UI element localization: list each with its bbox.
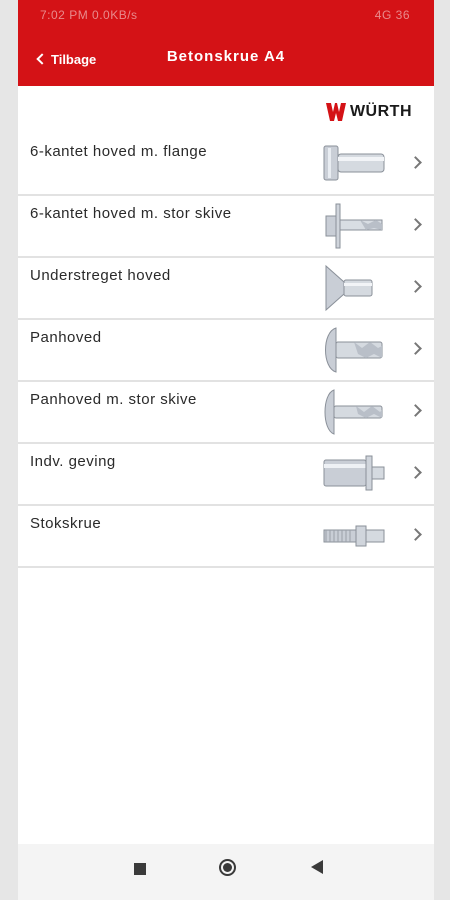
chevron-right-icon xyxy=(409,342,422,355)
screw-image xyxy=(325,327,383,373)
brand-logo: WÜRTH xyxy=(325,100,412,124)
list-item[interactable]: Stokskrue xyxy=(18,506,434,568)
page-title: Betonskrue A4 xyxy=(166,48,286,65)
brand-name: WÜRTH xyxy=(349,103,412,120)
nav-back-button[interactable] xyxy=(286,844,346,900)
system-nav-bar xyxy=(18,844,434,900)
app-screen: 7:02 PM 0.0KB/s 4G 36 Tilbage Betonskrue… xyxy=(18,0,434,900)
chevron-right-icon xyxy=(409,218,422,231)
list-item-label: 6-kantet hoved m. flange xyxy=(30,143,208,160)
chevron-right-icon xyxy=(409,404,422,417)
list-item-label: Panhoved xyxy=(30,329,102,346)
screw-image xyxy=(325,264,373,312)
chevron-right-icon xyxy=(409,280,422,293)
app-header: Tilbage Betonskrue A4 xyxy=(18,30,434,86)
list-item[interactable]: Indv. geving xyxy=(18,444,434,506)
list-item[interactable]: Panhoved m. stor skive xyxy=(18,382,434,444)
nav-home-button[interactable] xyxy=(198,844,258,900)
chevron-right-icon xyxy=(409,466,422,479)
stop-icon xyxy=(134,863,146,875)
status-indicators: 4G 36 xyxy=(374,8,410,22)
list-item-label: Stokskrue xyxy=(30,515,102,532)
screw-image xyxy=(323,145,385,181)
chevron-right-icon xyxy=(409,528,422,541)
list-item-label: Indv. geving xyxy=(30,453,116,470)
nav-recents-button[interactable] xyxy=(110,844,170,900)
screw-image xyxy=(324,389,383,435)
screw-image xyxy=(325,203,383,249)
screw-image xyxy=(323,455,385,491)
list-item-label: Understreget hoved xyxy=(30,267,171,284)
list-item[interactable]: Understreget hoved xyxy=(18,258,434,320)
back-icon xyxy=(311,860,323,874)
list-item-label: Panhoved m. stor skive xyxy=(30,391,197,408)
wurth-logo-icon xyxy=(325,103,346,121)
home-icon xyxy=(219,859,236,876)
screw-image xyxy=(323,525,385,547)
list-item[interactable]: Panhoved xyxy=(18,320,434,382)
list-item[interactable]: 6-kantet hoved m. stor skive xyxy=(18,196,434,258)
status-bar: 7:02 PM 0.0KB/s 4G 36 xyxy=(18,0,434,30)
chevron-right-icon xyxy=(409,156,422,169)
list-item-label: 6-kantet hoved m. stor skive xyxy=(30,205,232,222)
list-item[interactable]: 6-kantet hoved m. flange xyxy=(18,134,434,196)
product-list: 6-kantet hoved m. flange 6-kantet hoved … xyxy=(18,134,434,568)
status-time: 7:02 PM 0.0KB/s xyxy=(40,8,138,22)
